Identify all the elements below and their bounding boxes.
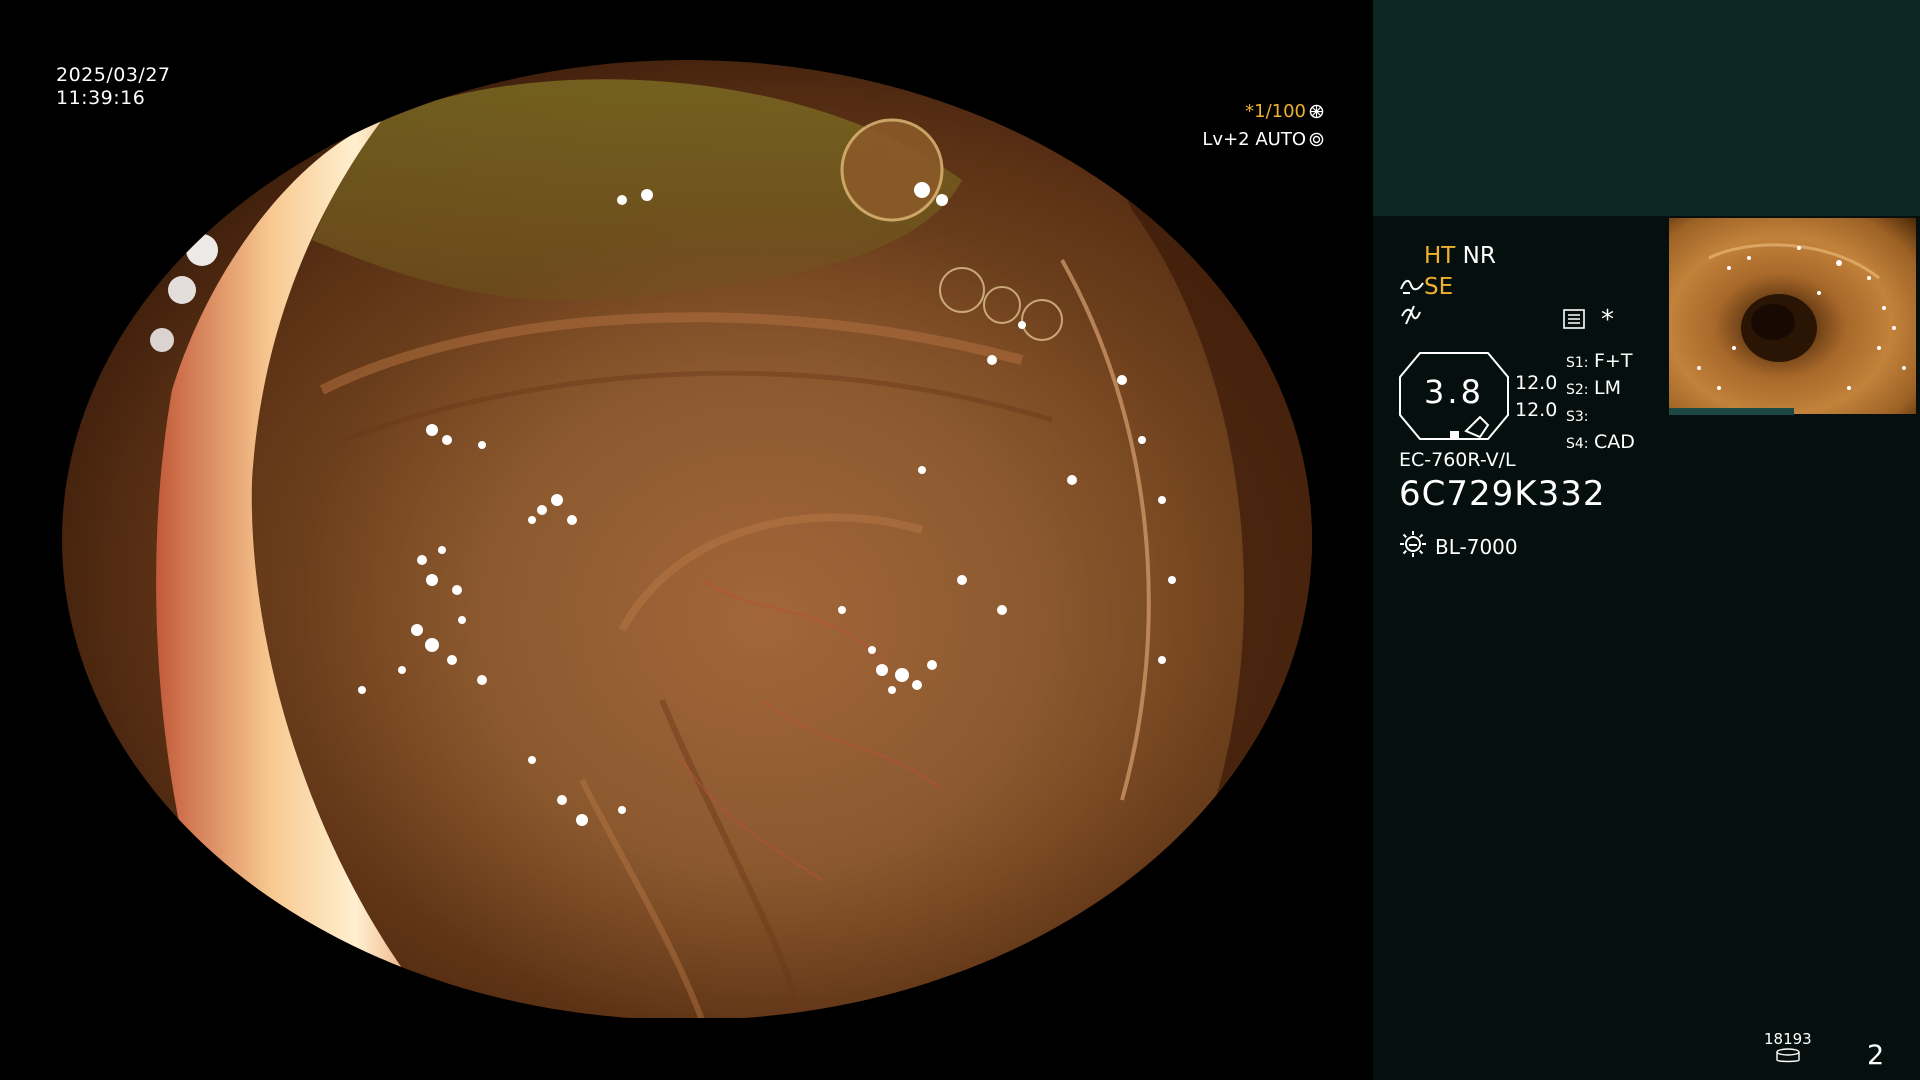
page-number: 2 — [1867, 1040, 1885, 1071]
note-marker: * — [1601, 305, 1614, 335]
info-panel-header — [1373, 0, 1920, 216]
switch-s4: S4: CAD — [1566, 431, 1635, 453]
storage-disk-icon — [1776, 1048, 1800, 1063]
brightness-level: Lv+2 — [1202, 129, 1250, 150]
scope-mask-top — [0, 0, 1372, 60]
mode-nr: NR — [1462, 243, 1496, 269]
exposure-overlay: *1/100 Lv+2 AUTO — [1188, 98, 1324, 154]
exam-date: 2025/03/27 — [56, 64, 171, 86]
switch-s3: S3: — [1566, 409, 1589, 425]
image-mode-line: HT NR — [1424, 243, 1496, 269]
thumbnail-lumen-image — [1697, 243, 1906, 390]
brightness-value: 3.8 — [1424, 373, 1484, 411]
scope-serial: 6C729K332 — [1399, 474, 1606, 514]
gain-values: 12.0 12.0 — [1515, 370, 1557, 424]
storage-count: 18193 — [1764, 1030, 1812, 1048]
exam-datetime: 2025/03/27 11:39:16 — [56, 64, 171, 110]
shutter-speed: *1/100 — [1245, 101, 1306, 122]
switch-s1: S1: F+T — [1566, 350, 1633, 372]
scope-switch-list: S1: F+T S2: LM S3: S4: CAD — [1566, 349, 1635, 457]
thumbnail-indicator-bar — [1669, 408, 1794, 415]
captured-image-thumbnail[interactable] — [1669, 218, 1916, 414]
scope-model: EC-760R-V/L — [1399, 449, 1516, 471]
mode-se: SE — [1424, 274, 1454, 300]
enhancement-curve-icon — [1400, 279, 1424, 294]
gain-top-value: 12.0 — [1515, 372, 1558, 394]
enhancement-icon-line — [1400, 304, 1422, 332]
mode-ht: HT — [1424, 243, 1456, 269]
switch-s2: S2: LM — [1566, 377, 1621, 399]
scope-mask-bottom — [0, 1018, 1372, 1080]
exam-time: 11:39:16 — [56, 87, 146, 109]
endoscope-live-view — [62, 60, 1312, 1020]
gain-bottom-value: 12.0 — [1515, 399, 1558, 421]
light-source: BL-7000 — [1399, 530, 1518, 563]
colon-mucosa-image — [150, 60, 1312, 1020]
endoscopy-monitor-screen: 2025/03/27 11:39:16 *1/100 Lv+2 AUTO HT … — [0, 0, 1920, 1080]
iris-icon — [1309, 132, 1324, 147]
recording-list-icon — [1563, 309, 1585, 329]
enhancement-mode-line: SE — [1400, 274, 1453, 300]
storage-counter: 18193 — [1764, 1030, 1812, 1068]
shutter-icon — [1309, 104, 1324, 119]
structure-enhance-icon — [1401, 305, 1421, 325]
light-source-model: BL-7000 — [1435, 535, 1518, 559]
exposure-mode: AUTO — [1255, 129, 1306, 150]
light-source-icon — [1400, 531, 1426, 557]
